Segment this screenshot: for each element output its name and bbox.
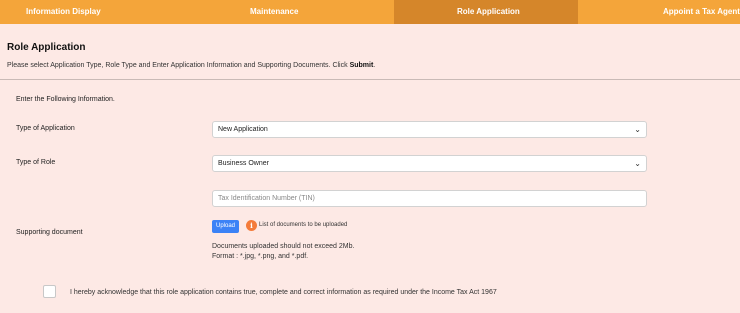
- upload-format-note: Format : *.jpg, *.png, and *.pdf.: [212, 253, 309, 260]
- instructions-text: Please select Application Type, Role Typ…: [7, 62, 350, 69]
- document-list-link[interactable]: List of documents to be uploaded: [259, 222, 347, 228]
- type-of-role-select[interactable]: Business Owner ⌄: [212, 155, 647, 172]
- tab-appoint-tax-agent[interactable]: Appoint a Tax Agent: [578, 0, 740, 24]
- type-of-application-label: Type of Application: [16, 125, 75, 132]
- upload-button[interactable]: Upload: [212, 220, 239, 233]
- tab-role-application[interactable]: Role Application: [394, 0, 578, 24]
- instructions-end: .: [373, 62, 376, 69]
- section-label: Enter the Following Information.: [16, 96, 115, 103]
- tin-input[interactable]: Tax Identification Number (TIN): [212, 190, 647, 207]
- page-instructions: Please select Application Type, Role Typ…: [7, 62, 375, 69]
- type-of-application-value: New Application: [218, 126, 268, 133]
- supporting-document-label: Supporting document: [16, 229, 83, 236]
- type-of-application-select[interactable]: New Application ⌄: [212, 121, 647, 138]
- divider: [0, 79, 740, 80]
- chevron-down-icon: ⌄: [634, 125, 641, 134]
- instructions-submit-text: Submit: [349, 62, 374, 69]
- acknowledge-checkbox[interactable]: [43, 285, 56, 298]
- info-icon[interactable]: i: [246, 220, 257, 231]
- tab-maintenance[interactable]: Maintenance: [172, 0, 394, 24]
- page-title: Role Application: [7, 42, 86, 53]
- upload-size-note: Documents uploaded should not exceed 2Mb…: [212, 243, 355, 250]
- type-of-role-label: Type of Role: [16, 159, 56, 166]
- tab-information-display[interactable]: Information Display: [0, 0, 172, 24]
- acknowledge-text: I hereby acknowledge that this role appl…: [70, 289, 497, 296]
- type-of-role-value: Business Owner: [218, 160, 269, 167]
- chevron-down-icon: ⌄: [634, 159, 641, 168]
- tab-bar: Information Display Maintenance Role App…: [0, 0, 740, 24]
